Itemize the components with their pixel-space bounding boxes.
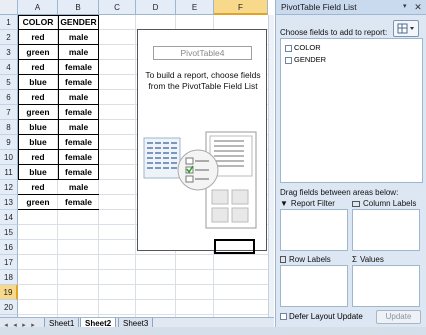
field-gender[interactable]: GENDER [285,54,326,65]
defer-checkbox[interactable] [280,313,287,321]
row-header[interactable]: 16 [0,240,18,255]
table-cell[interactable]: red [18,90,58,105]
table-cell[interactable]: blue [18,135,58,150]
field-color[interactable]: COLOR [285,42,321,53]
close-icon[interactable]: ✕ [413,2,423,12]
panel-options-chevron-icon[interactable]: ▾ [403,2,411,12]
column-header-c[interactable]: C [99,0,136,15]
row-header[interactable]: 10 [0,150,18,165]
table-header-cell[interactable]: GENDER [58,15,99,30]
row-header[interactable]: 19 [0,285,18,300]
table-cell[interactable]: female [58,195,99,210]
row-header[interactable]: 17 [0,255,18,270]
row-header[interactable]: 6 [0,90,18,105]
row-labels-icon [280,256,286,264]
column-labels-label: Column Labels [352,199,416,208]
table-cell[interactable]: blue [18,165,58,180]
field-list-title-text: PivotTable Field List [281,2,357,12]
row-header[interactable]: 8 [0,120,18,135]
field-list-box: COLOR GENDER [280,38,423,183]
table-cell[interactable]: female [58,75,99,90]
table-cell[interactable]: female [58,165,99,180]
field-layout-button[interactable] [393,20,419,37]
report-filter-label: ▼ Report Filter [280,199,335,208]
table-cell[interactable]: blue [18,75,58,90]
drag-fields-label: Drag fields between areas below: [280,188,399,197]
field-list-title: PivotTable Field List ▾ ✕ [276,0,426,15]
row-header[interactable]: 11 [0,165,18,180]
row-labels-label: Row Labels [280,255,331,264]
table-cell[interactable]: male [58,45,99,60]
field-checkbox[interactable] [285,44,292,52]
table-cell[interactable]: female [58,60,99,75]
table-cell[interactable]: male [58,180,99,195]
field-label: COLOR [294,43,321,52]
row-header[interactable]: 15 [0,225,18,240]
report-filter-area[interactable] [280,209,348,251]
row-labels-area[interactable] [280,265,348,307]
layout-grid-icon [397,23,414,34]
row-header[interactable]: 18 [0,270,18,285]
table-cell[interactable]: female [58,135,99,150]
row-header[interactable]: 7 [0,105,18,120]
pivot-table-message: To build a report, choose fields from th… [145,70,261,91]
table-cell[interactable]: red [18,180,58,195]
choose-fields-label: Choose fields to add to report: [280,28,388,37]
column-header-d[interactable]: D [136,0,176,15]
table-cell[interactable]: green [18,105,58,120]
row-header[interactable]: 1 [0,15,18,30]
column-header-f[interactable]: F [214,0,268,15]
pivot-field-list-panel: PivotTable Field List ▾ ✕ Choose fields … [275,0,426,335]
field-checkbox[interactable] [285,56,292,64]
pivot-field-list-illustration-icon [143,131,257,229]
row-header[interactable]: 13 [0,195,18,210]
defer-label: Defer Layout Update [289,312,363,321]
table-cell[interactable]: green [18,195,58,210]
vertical-scrollbar[interactable] [268,15,274,317]
row-header[interactable]: 9 [0,135,18,150]
status-bar [0,327,426,335]
column-header-b[interactable]: B [58,0,99,15]
row-header[interactable]: 20 [0,300,18,315]
defer-layout-update[interactable]: Defer Layout Update [280,312,363,321]
table-cell[interactable]: male [58,30,99,45]
row-header[interactable]: 14 [0,210,18,225]
table-cell[interactable]: male [58,90,99,105]
row-header[interactable]: 12 [0,180,18,195]
row-header[interactable]: 4 [0,60,18,75]
table-cell[interactable]: red [18,30,58,45]
active-cell-f19[interactable] [214,239,255,254]
filter-icon: ▼ [280,199,288,208]
column-header-a[interactable]: A [18,0,58,15]
table-cell[interactable]: green [18,45,58,60]
row-header[interactable]: 3 [0,45,18,60]
table-cell[interactable]: blue [18,120,58,135]
pivot-table-title: PivotTable4 [153,46,252,60]
values-label: Σ Values [352,255,384,264]
row-header[interactable]: 5 [0,75,18,90]
table-cell[interactable]: female [58,150,99,165]
table-cell[interactable]: red [18,150,58,165]
table-cell[interactable]: red [18,60,58,75]
column-labels-icon [352,200,360,207]
row-header[interactable]: 2 [0,30,18,45]
update-button[interactable]: Update [376,310,421,324]
table-header-cell[interactable]: COLOR [18,15,58,30]
values-area[interactable] [352,265,420,307]
spreadsheet-grid[interactable]: A B C D E F 1 2 3 4 5 6 7 8 9 10 11 12 13 14 15 16 17 18 1… [0,0,274,335]
field-label: GENDER [294,55,327,64]
sigma-icon: Σ [352,255,357,264]
column-labels-area[interactable] [352,209,420,251]
table-cell[interactable]: male [58,120,99,135]
column-header-e[interactable]: E [176,0,214,15]
pivot-table-placeholder[interactable]: PivotTable4 To build a report, choose fi… [137,29,267,251]
table-cell[interactable]: female [58,105,99,120]
select-all-corner[interactable] [0,0,18,15]
